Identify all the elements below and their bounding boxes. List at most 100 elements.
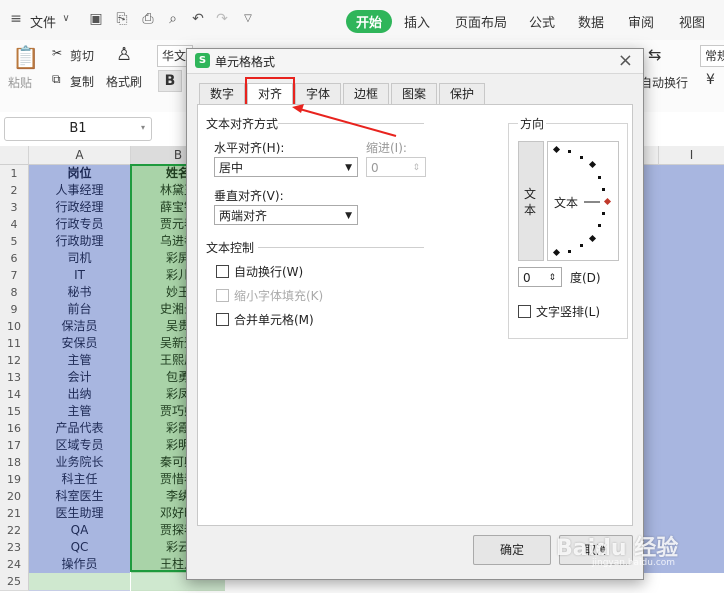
paste-button[interactable]: 粘贴 [8, 74, 32, 91]
tab-page-layout[interactable]: 页面布局 [455, 12, 507, 31]
row-header[interactable]: 5 [0, 233, 29, 251]
row-header[interactable]: 22 [0, 522, 29, 540]
close-icon[interactable]: × [618, 50, 633, 71]
row-header[interactable]: 13 [0, 369, 29, 387]
row-header[interactable]: 7 [0, 267, 29, 285]
vertical-text-checkbox[interactable] [518, 305, 531, 318]
cell-position[interactable] [29, 573, 130, 591]
row-header[interactable]: 17 [0, 437, 29, 455]
degree-spinner[interactable]: 0 ⇕ [518, 267, 562, 287]
menu-icon[interactable]: ≡ [8, 11, 24, 27]
cell-position[interactable]: 安保员 [29, 335, 130, 353]
tab-pattern[interactable]: 图案 [391, 83, 437, 105]
redo-icon[interactable]: ↷ [214, 11, 230, 27]
row-header[interactable]: 3 [0, 199, 29, 217]
copy-button[interactable]: 复制 [70, 73, 94, 90]
print-preview-icon[interactable]: ⌕ [165, 11, 181, 27]
save-icon[interactable]: ▣ [88, 11, 104, 27]
wrap-text-checkbox[interactable] [216, 265, 229, 278]
number-format-select[interactable]: 常规 [700, 45, 724, 67]
wrap-text-icon[interactable]: ⇆ [648, 45, 661, 64]
cell-position[interactable]: 科室医生 [29, 488, 130, 506]
tab-protection[interactable]: 保护 [439, 83, 485, 105]
h-align-select[interactable]: 居中 ▼ [214, 157, 358, 177]
row-header[interactable]: 4 [0, 216, 29, 234]
paste-icon[interactable]: 📋 [12, 46, 39, 71]
cell-position[interactable]: 人事经理 [29, 182, 130, 200]
copy-icon[interactable]: ⧉ [52, 72, 61, 87]
row-header[interactable]: 15 [0, 403, 29, 421]
row-header[interactable]: 14 [0, 386, 29, 404]
cell-position[interactable]: QA [29, 522, 130, 540]
row-header[interactable]: 21 [0, 505, 29, 523]
row-header[interactable]: 9 [0, 301, 29, 319]
select-all-corner[interactable] [0, 146, 29, 165]
cell-position[interactable]: 会计 [29, 369, 130, 387]
cell-position[interactable]: 科主任 [29, 471, 130, 489]
tab-formula[interactable]: 公式 [529, 12, 555, 31]
row-header[interactable]: 2 [0, 182, 29, 200]
format-painter-icon[interactable]: ♙ [116, 44, 132, 65]
tab-number[interactable]: 数字 [199, 83, 245, 105]
cell-position[interactable]: 业务院长 [29, 454, 130, 472]
row-header[interactable]: 10 [0, 318, 29, 336]
name-box-dropdown-icon[interactable]: ▾ [141, 123, 145, 132]
row-header[interactable]: 12 [0, 352, 29, 370]
cell-position[interactable]: 司机 [29, 250, 130, 268]
cell-position[interactable]: 行政经理 [29, 199, 130, 217]
indent-spinner[interactable]: 0 ⇕ [366, 157, 426, 177]
undo-icon[interactable]: ↶ [190, 11, 206, 27]
cell-position[interactable]: 主管 [29, 352, 130, 370]
tab-review[interactable]: 审阅 [628, 12, 654, 31]
row-header[interactable]: 1 [0, 165, 29, 183]
cell-position[interactable]: 区域专员 [29, 437, 130, 455]
cell-position[interactable]: 行政助理 [29, 233, 130, 251]
row-header[interactable]: 16 [0, 420, 29, 438]
wrap-text-button[interactable]: 自动换行 [640, 74, 688, 91]
row-header[interactable]: 20 [0, 488, 29, 506]
column-header-a[interactable]: A [29, 146, 131, 165]
tab-font[interactable]: 字体 [295, 83, 341, 105]
cell-position[interactable]: 产品代表 [29, 420, 130, 438]
cell-position[interactable]: IT [29, 267, 130, 285]
cell-position[interactable]: 保洁员 [29, 318, 130, 336]
cell-position[interactable]: 岗位 [29, 165, 130, 183]
row-header[interactable]: 18 [0, 454, 29, 472]
cut-button[interactable]: 剪切 [70, 47, 94, 64]
cell-position[interactable]: 医生助理 [29, 505, 130, 523]
tab-start[interactable]: 开始 [346, 10, 393, 33]
row-header[interactable]: 6 [0, 250, 29, 268]
cell-position[interactable]: 秘书 [29, 284, 130, 302]
cell-position[interactable]: 操作员 [29, 556, 130, 574]
row-header[interactable]: 8 [0, 284, 29, 302]
currency-icon[interactable]: ¥ [706, 72, 715, 88]
shrink-to-fit-checkbox[interactable] [216, 289, 229, 302]
column-header-i[interactable]: I [659, 146, 724, 165]
cell-position[interactable]: 出纳 [29, 386, 130, 404]
print-icon[interactable]: ⎙ [140, 11, 156, 27]
export-icon[interactable]: ⎘ [114, 11, 130, 27]
file-menu[interactable]: 文件 [30, 12, 56, 31]
vertical-text-box[interactable]: 文本 [518, 141, 544, 261]
format-painter-button[interactable]: 格式刷 [106, 73, 142, 90]
cell-position[interactable]: QC [29, 539, 130, 557]
tab-border[interactable]: 边框 [343, 83, 389, 105]
tab-view[interactable]: 视图 [679, 12, 705, 31]
customize-icon[interactable]: ▽ [240, 11, 256, 27]
row-header[interactable]: 24 [0, 556, 29, 574]
row-header[interactable]: 25 [0, 573, 29, 591]
tab-insert[interactable]: 插入 [404, 12, 430, 31]
scissors-icon[interactable]: ✂ [52, 46, 62, 60]
dialog-title-bar[interactable]: S 单元格格式 × [187, 49, 643, 74]
orientation-dial[interactable]: 文本 [547, 141, 619, 261]
row-header[interactable]: 19 [0, 471, 29, 489]
row-header[interactable]: 11 [0, 335, 29, 353]
merge-cells-checkbox[interactable] [216, 313, 229, 326]
cell-position[interactable]: 行政专员 [29, 216, 130, 234]
row-header[interactable]: 23 [0, 539, 29, 557]
cell-position[interactable]: 主管 [29, 403, 130, 421]
cell-position[interactable]: 前台 [29, 301, 130, 319]
bold-button[interactable]: B [158, 70, 182, 92]
chevron-down-icon[interactable]: ∨ [58, 11, 74, 27]
tab-data[interactable]: 数据 [578, 12, 604, 31]
